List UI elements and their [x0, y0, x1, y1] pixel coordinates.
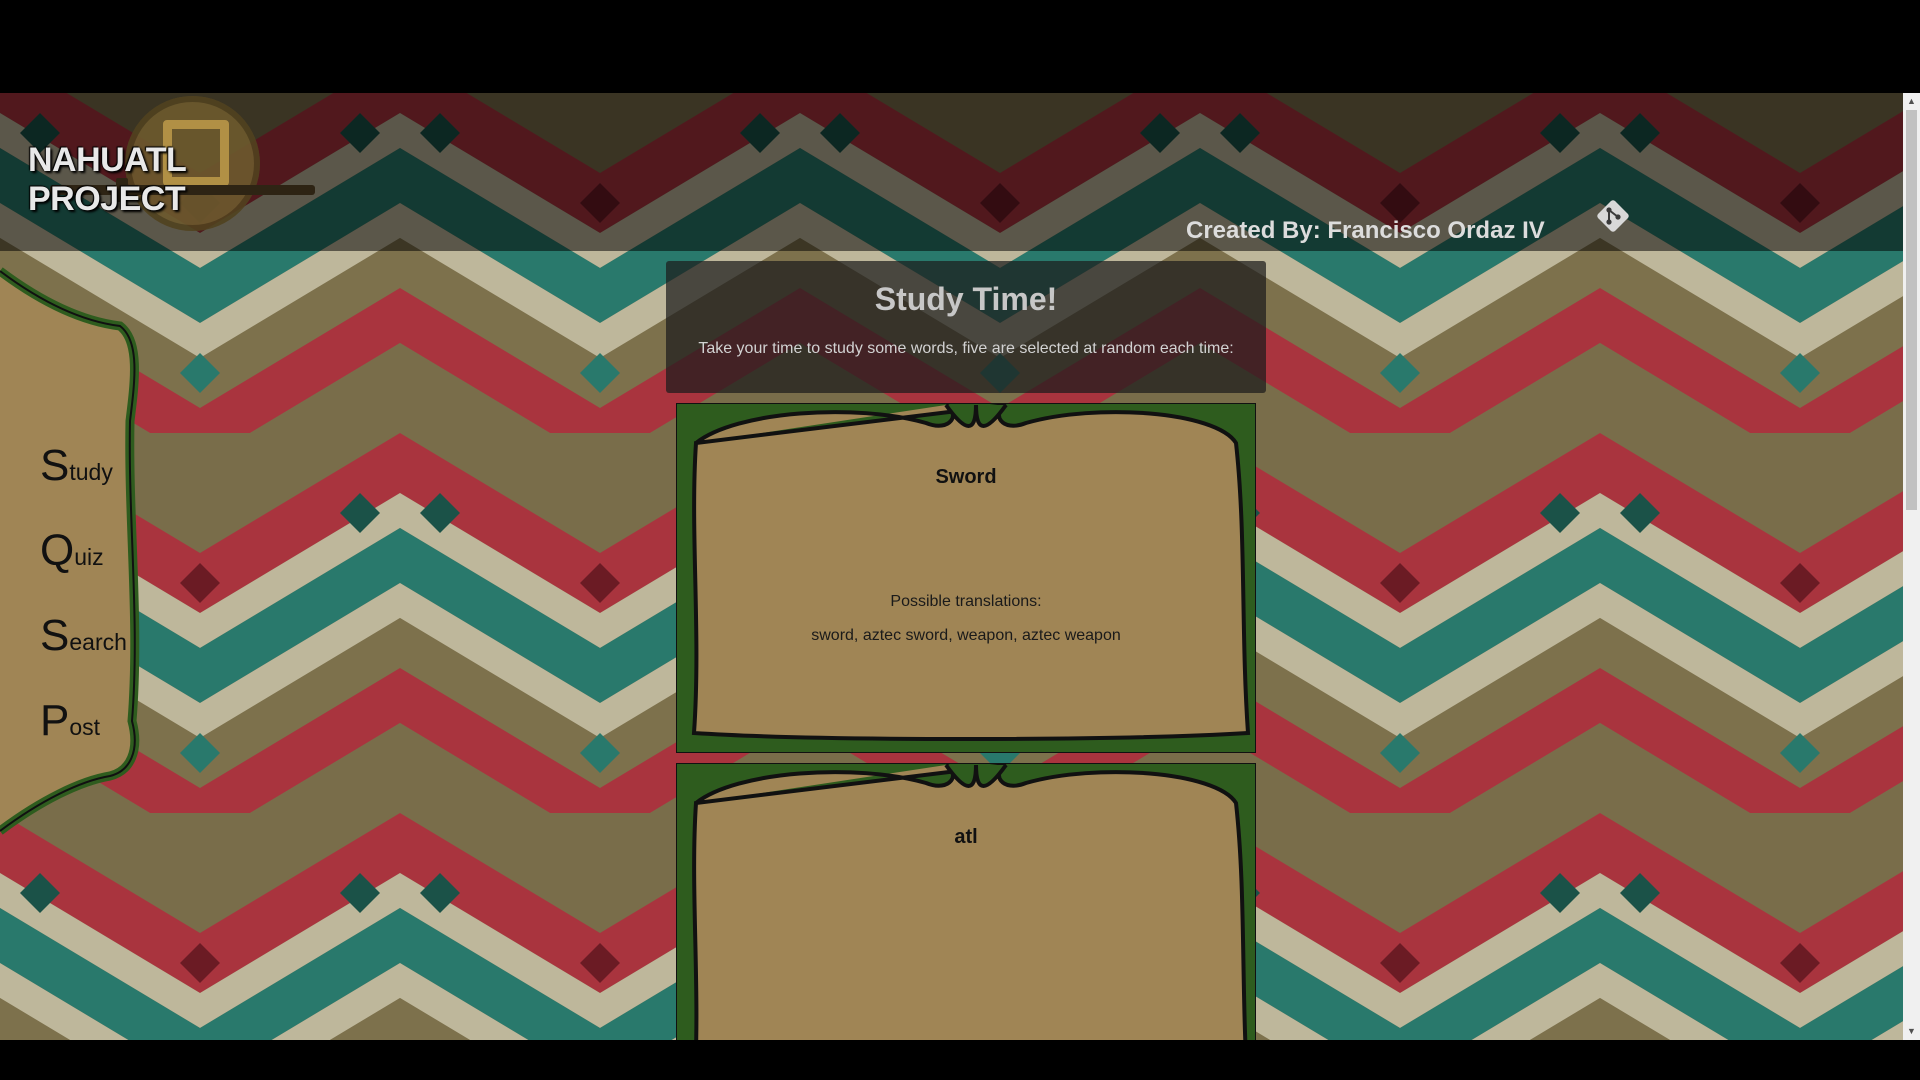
letterbox-top [0, 0, 1920, 93]
nav-post-initial: P [40, 696, 70, 745]
card-word: Sword [935, 466, 997, 488]
nav-search[interactable]: Search [40, 611, 127, 661]
sidebar-nav: Study Quiz Search Post [0, 261, 150, 861]
creator-credit: Created By: Francisco Ordaz IV [1186, 217, 1545, 244]
study-header-panel: Study Time! Take your time to study some… [666, 261, 1266, 393]
page-scrollbar[interactable]: ▲ ▼ [1903, 93, 1920, 1040]
card-word: atl [954, 826, 978, 848]
site-header: NAHUATL PROJECT Created By: Francisco Or… [0, 93, 1903, 251]
card-translations: sword, aztec sword, weapon, aztec weapon [811, 627, 1121, 644]
study-subtitle: Take your time to study some words, five… [698, 340, 1234, 357]
scrollbar-thumb[interactable] [1906, 110, 1917, 510]
nav-quiz[interactable]: Quiz [40, 526, 104, 576]
word-card: atl [676, 763, 1256, 1040]
study-title: Study Time! [874, 281, 1058, 317]
scroll-down-arrow-icon[interactable]: ▼ [1903, 1023, 1920, 1040]
site-logo[interactable]: NAHUATL PROJECT [28, 93, 338, 238]
nav-search-initial: S [40, 611, 70, 660]
word-card: Sword Possible translations: sword, azte… [676, 403, 1256, 753]
page-viewport: NAHUATL PROJECT Created By: Francisco Or… [0, 93, 1903, 1040]
logo-text: NAHUATL PROJECT [28, 141, 186, 218]
nav-study-initial: S [40, 441, 70, 490]
nav-study-label: tudy [69, 459, 113, 485]
card-translations-label: Possible translations: [890, 593, 1042, 610]
letterbox-bottom [0, 1040, 1920, 1080]
card-frame [676, 403, 1256, 753]
nav-post-label: ost [69, 714, 101, 740]
scroll-up-arrow-icon[interactable]: ▲ [1903, 93, 1920, 110]
nav-study[interactable]: Study [40, 441, 113, 491]
nav-quiz-label: uiz [74, 544, 104, 570]
nav-quiz-initial: Q [40, 526, 75, 575]
git-icon[interactable] [1593, 196, 1633, 236]
card-frame [676, 763, 1256, 1040]
nav-search-label: earch [69, 629, 127, 655]
nav-post[interactable]: Post [40, 696, 100, 746]
